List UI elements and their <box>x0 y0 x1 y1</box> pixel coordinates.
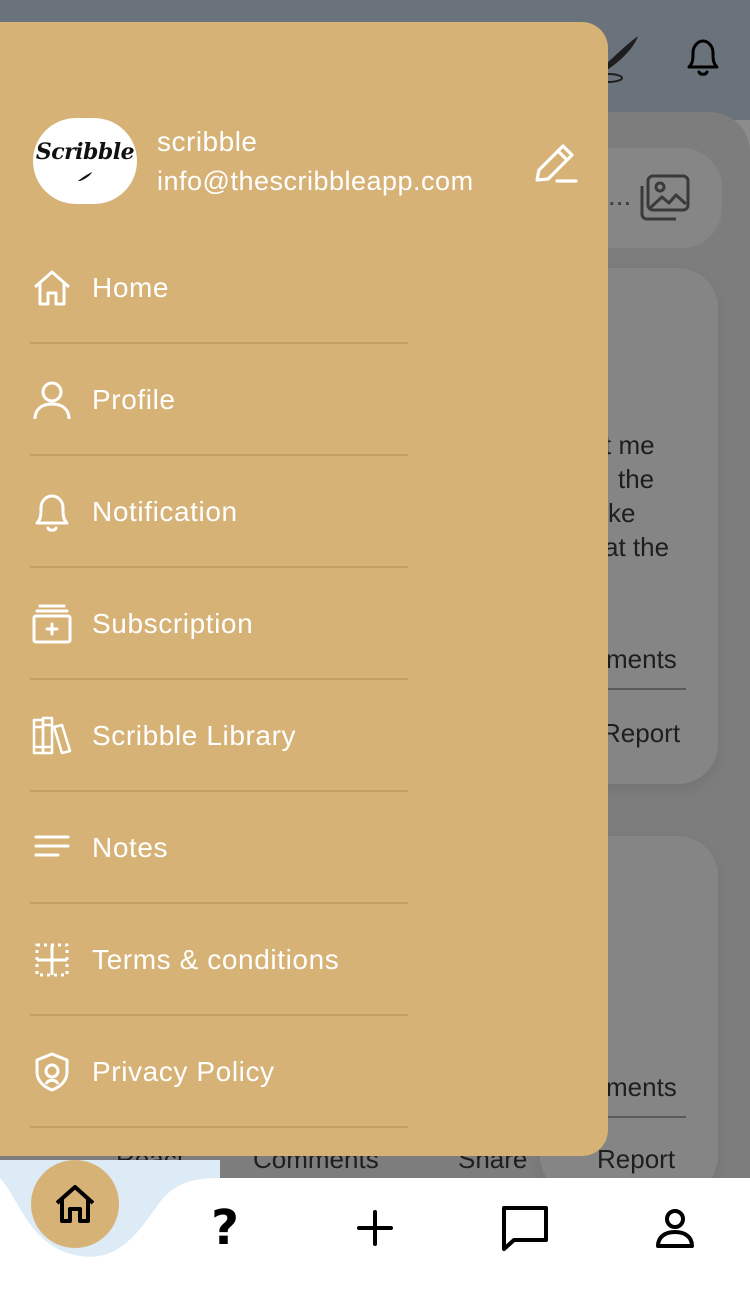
edit-profile-icon[interactable] <box>530 138 580 188</box>
menu-item-notification[interactable]: Notification <box>0 456 608 568</box>
menu-item-subscription[interactable]: Subscription <box>0 568 608 680</box>
nav-home-button[interactable] <box>31 1160 119 1248</box>
notes-icon <box>30 826 74 870</box>
nav-help-button[interactable]: ? <box>197 1200 253 1256</box>
avatar[interactable]: Scribble <box>33 118 137 204</box>
menu-item-profile[interactable]: Profile <box>0 344 608 456</box>
help-icon: ? <box>211 1200 239 1256</box>
user-email: info@thescribbleapp.com <box>157 166 474 196</box>
menu-item-privacy[interactable]: Privacy Policy <box>0 1016 608 1128</box>
report-button[interactable]: Report <box>602 716 680 750</box>
avatar-logo-text: Scribble <box>35 139 135 165</box>
shield-icon <box>30 1050 74 1094</box>
divider <box>30 1126 408 1128</box>
library-icon <box>30 714 74 758</box>
menu-label: Profile <box>92 384 176 415</box>
nav-add-button[interactable] <box>347 1200 403 1256</box>
menu-item-home[interactable]: Home <box>0 232 608 344</box>
user-name: scribble <box>157 126 258 157</box>
chat-icon <box>502 1206 548 1251</box>
menu-label: Scribble Library <box>92 720 297 751</box>
subscription-icon <box>30 602 74 646</box>
post-text-line: t me <box>604 430 655 460</box>
menu-item-notes[interactable]: Notes <box>0 792 608 904</box>
image-icon[interactable] <box>636 170 694 224</box>
quill-icon <box>78 172 92 181</box>
post-text-line: ke <box>608 498 636 528</box>
user-icon <box>656 1209 694 1248</box>
menu-label: Notes <box>92 832 169 863</box>
comments-count[interactable]: ments <box>606 642 677 676</box>
bell-icon[interactable] <box>680 34 726 80</box>
menu-item-terms[interactable]: Terms & conditions <box>0 904 608 1016</box>
post-text-line: at the <box>604 532 670 562</box>
bell-icon <box>30 490 74 534</box>
menu-label: Notification <box>92 496 238 527</box>
nav-profile-button[interactable] <box>647 1200 703 1256</box>
side-drawer: Scribble scribble info@thescribbleapp.co… <box>0 22 608 1156</box>
menu-label: Privacy Policy <box>92 1056 275 1087</box>
home-icon <box>30 266 74 310</box>
terms-icon <box>30 938 74 982</box>
menu-label: Home <box>92 272 170 303</box>
post-text-line: the <box>618 464 655 494</box>
home-icon <box>55 1185 95 1223</box>
search-hint: ... <box>608 180 632 211</box>
plus-icon <box>357 1210 393 1246</box>
menu-label: Terms & conditions <box>92 944 340 975</box>
user-icon <box>30 378 74 422</box>
report-button[interactable]: Report <box>597 1144 675 1175</box>
comments-count[interactable]: ments <box>606 1070 677 1104</box>
nav-chat-button[interactable] <box>497 1200 553 1256</box>
menu-item-library[interactable]: Scribble Library <box>0 680 608 792</box>
drawer-menu: Home Profile Notification Subscription S… <box>0 232 608 1128</box>
menu-label: Subscription <box>92 608 254 639</box>
